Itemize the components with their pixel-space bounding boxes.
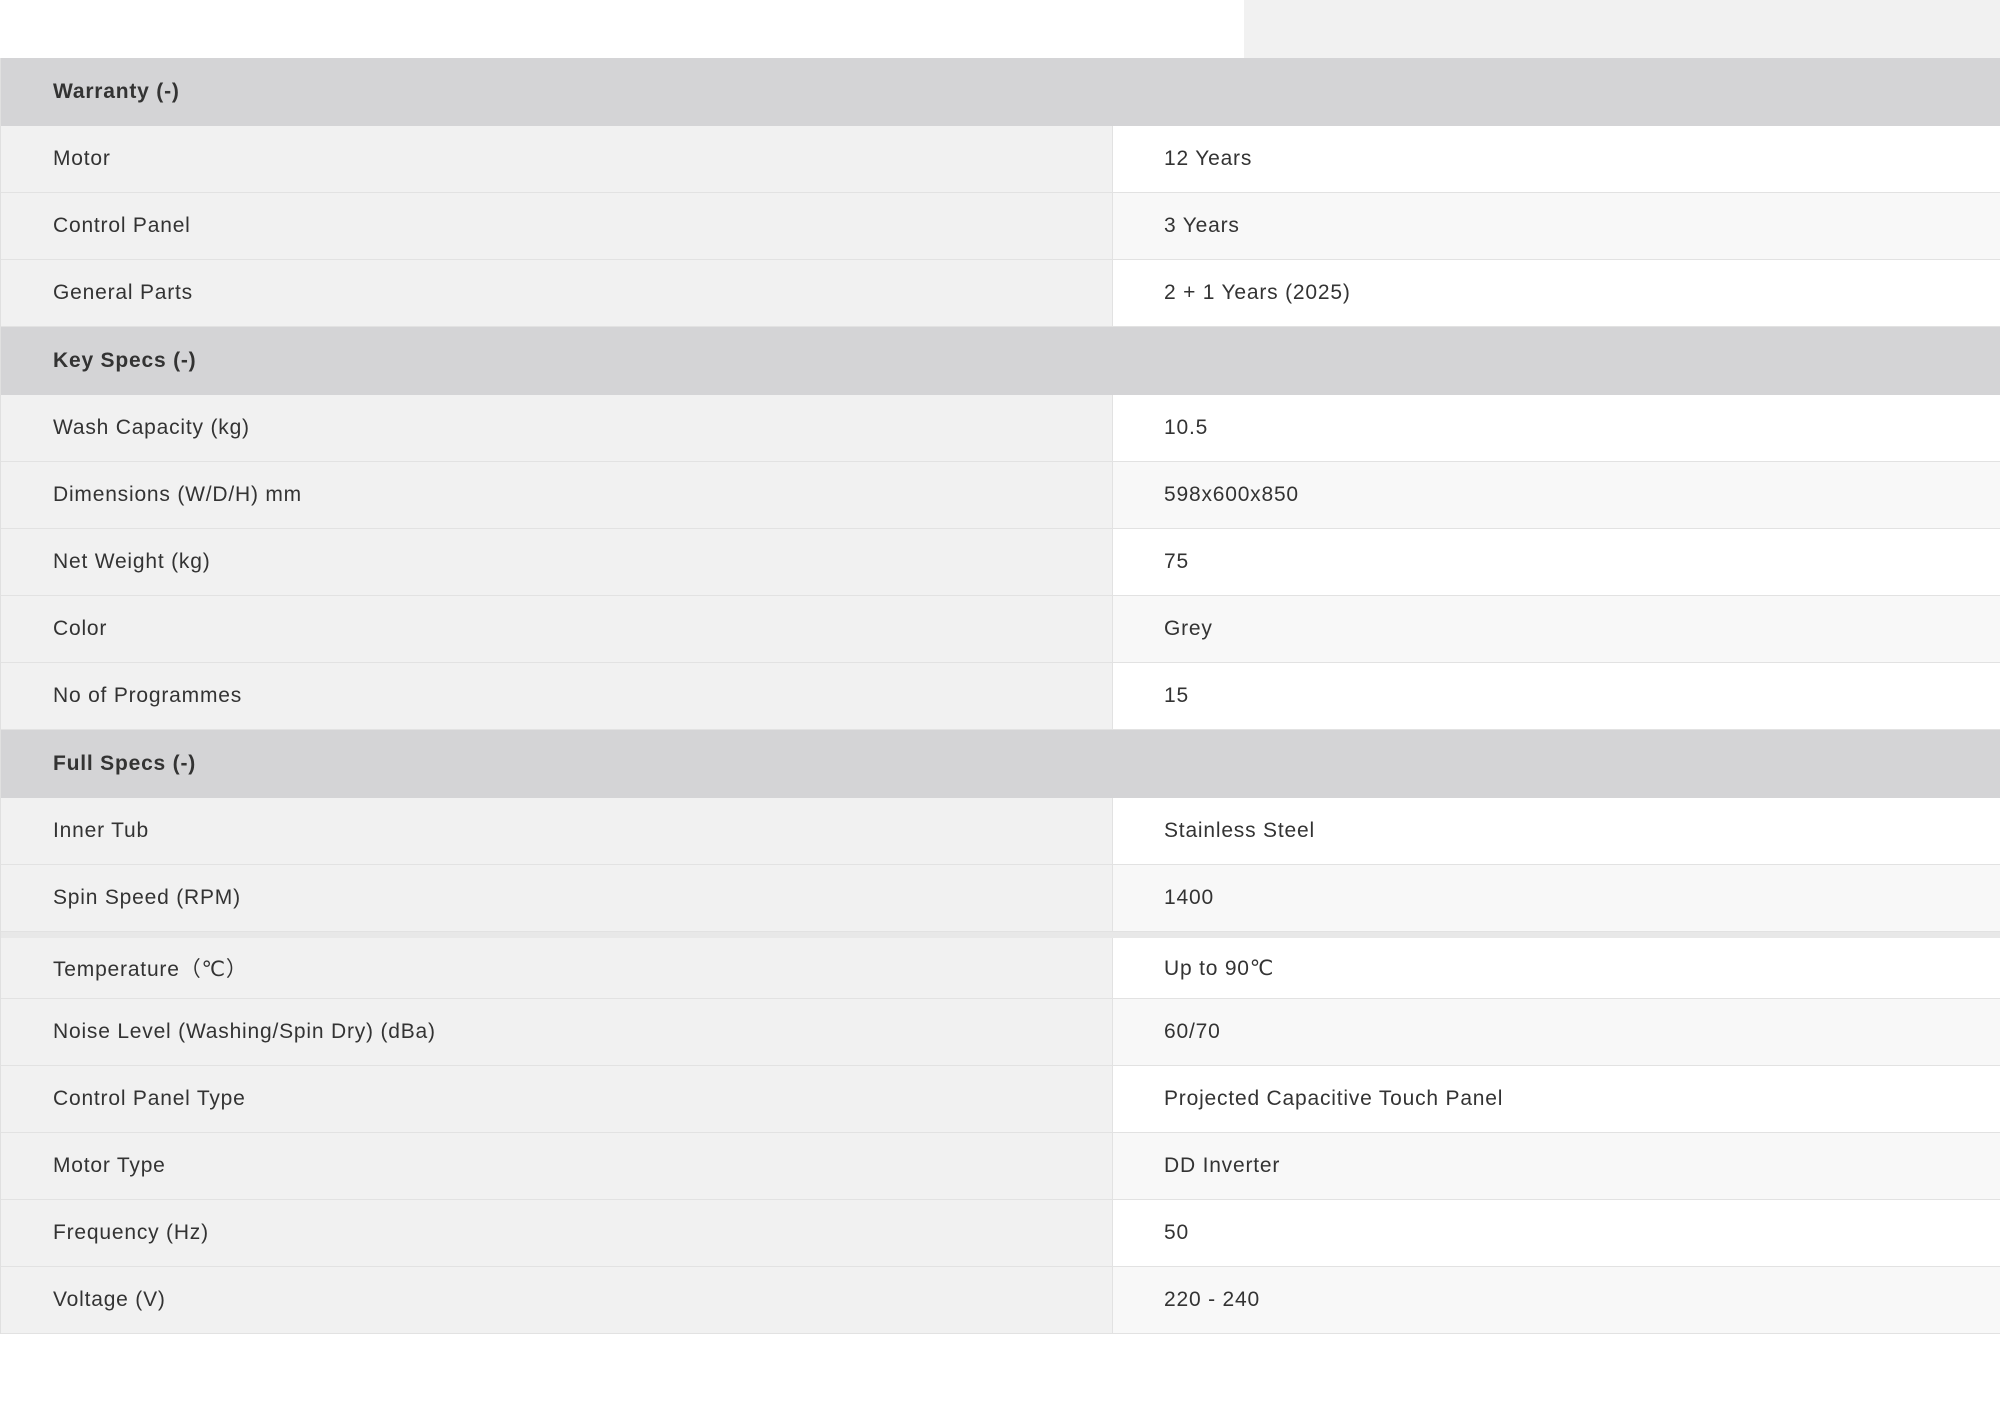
spec-value: 2 + 1 Years (2025) xyxy=(1113,260,2000,326)
spec-row: General Parts 2 + 1 Years (2025) xyxy=(1,260,2000,327)
spec-row: Motor 12 Years xyxy=(1,126,2000,193)
spec-value: 75 xyxy=(1113,529,2000,595)
spec-label: Control Panel xyxy=(1,193,1113,259)
spec-label: Noise Level (Washing/Spin Dry) (dBa) xyxy=(1,999,1113,1065)
spec-label: Motor xyxy=(1,126,1113,192)
spec-row: Temperature（℃） Up to 90℃ xyxy=(1,938,2000,999)
spec-row: Control Panel Type Projected Capacitive … xyxy=(1,1066,2000,1133)
spec-value: 1400 xyxy=(1113,865,2000,931)
spec-value: 12 Years xyxy=(1113,126,2000,192)
spec-row: Color Grey xyxy=(1,596,2000,663)
spec-row: Wash Capacity (kg) 10.5 xyxy=(1,395,2000,462)
spec-label: Wash Capacity (kg) xyxy=(1,395,1113,461)
spec-label: Control Panel Type xyxy=(1,1066,1113,1132)
section-header-key-specs[interactable]: Key Specs (-) xyxy=(1,327,2000,395)
spec-row: Noise Level (Washing/Spin Dry) (dBa) 60/… xyxy=(1,999,2000,1066)
spec-label: Inner Tub xyxy=(1,798,1113,864)
spec-label: Voltage (V) xyxy=(1,1267,1113,1333)
spec-value: DD Inverter xyxy=(1113,1133,2000,1199)
section-header-full-specs[interactable]: Full Specs (-) xyxy=(1,730,2000,798)
spec-value: 10.5 xyxy=(1113,395,2000,461)
spec-row: No of Programmes 15 xyxy=(1,663,2000,730)
spec-value: 220 - 240 xyxy=(1113,1267,2000,1333)
spec-row: Inner Tub Stainless Steel xyxy=(1,798,2000,865)
spec-row: Control Panel 3 Years xyxy=(1,193,2000,260)
spec-value: 598x600x850 xyxy=(1113,462,2000,528)
spec-row: Dimensions (W/D/H) mm 598x600x850 xyxy=(1,462,2000,529)
spec-label: Motor Type xyxy=(1,1133,1113,1199)
top-strip xyxy=(0,0,2000,58)
spec-table: Warranty (-) Motor 12 Years Control Pane… xyxy=(0,58,2000,1334)
spec-value: Grey xyxy=(1113,596,2000,662)
spec-value: Stainless Steel xyxy=(1113,798,2000,864)
spec-label: Frequency (Hz) xyxy=(1,1200,1113,1266)
spec-label: No of Programmes xyxy=(1,663,1113,729)
spec-label: Spin Speed (RPM) xyxy=(1,865,1113,931)
section-header-warranty[interactable]: Warranty (-) xyxy=(1,58,2000,126)
spec-row: Frequency (Hz) 50 xyxy=(1,1200,2000,1267)
spec-row: Voltage (V) 220 - 240 xyxy=(1,1267,2000,1334)
spec-value: Up to 90℃ xyxy=(1113,938,2000,998)
spec-value: 60/70 xyxy=(1113,999,2000,1065)
spec-label: Net Weight (kg) xyxy=(1,529,1113,595)
spec-row: Spin Speed (RPM) 1400 xyxy=(1,865,2000,932)
spec-value: 50 xyxy=(1113,1200,2000,1266)
spec-value: 3 Years xyxy=(1113,193,2000,259)
spec-value: Projected Capacitive Touch Panel xyxy=(1113,1066,2000,1132)
spec-value: 15 xyxy=(1113,663,2000,729)
spec-row: Net Weight (kg) 75 xyxy=(1,529,2000,596)
spec-label: Temperature（℃） xyxy=(1,938,1113,998)
spec-label: General Parts xyxy=(1,260,1113,326)
spec-label: Dimensions (W/D/H) mm xyxy=(1,462,1113,528)
top-right-panel xyxy=(1244,0,2000,58)
spec-row: Motor Type DD Inverter xyxy=(1,1133,2000,1200)
spec-label: Color xyxy=(1,596,1113,662)
